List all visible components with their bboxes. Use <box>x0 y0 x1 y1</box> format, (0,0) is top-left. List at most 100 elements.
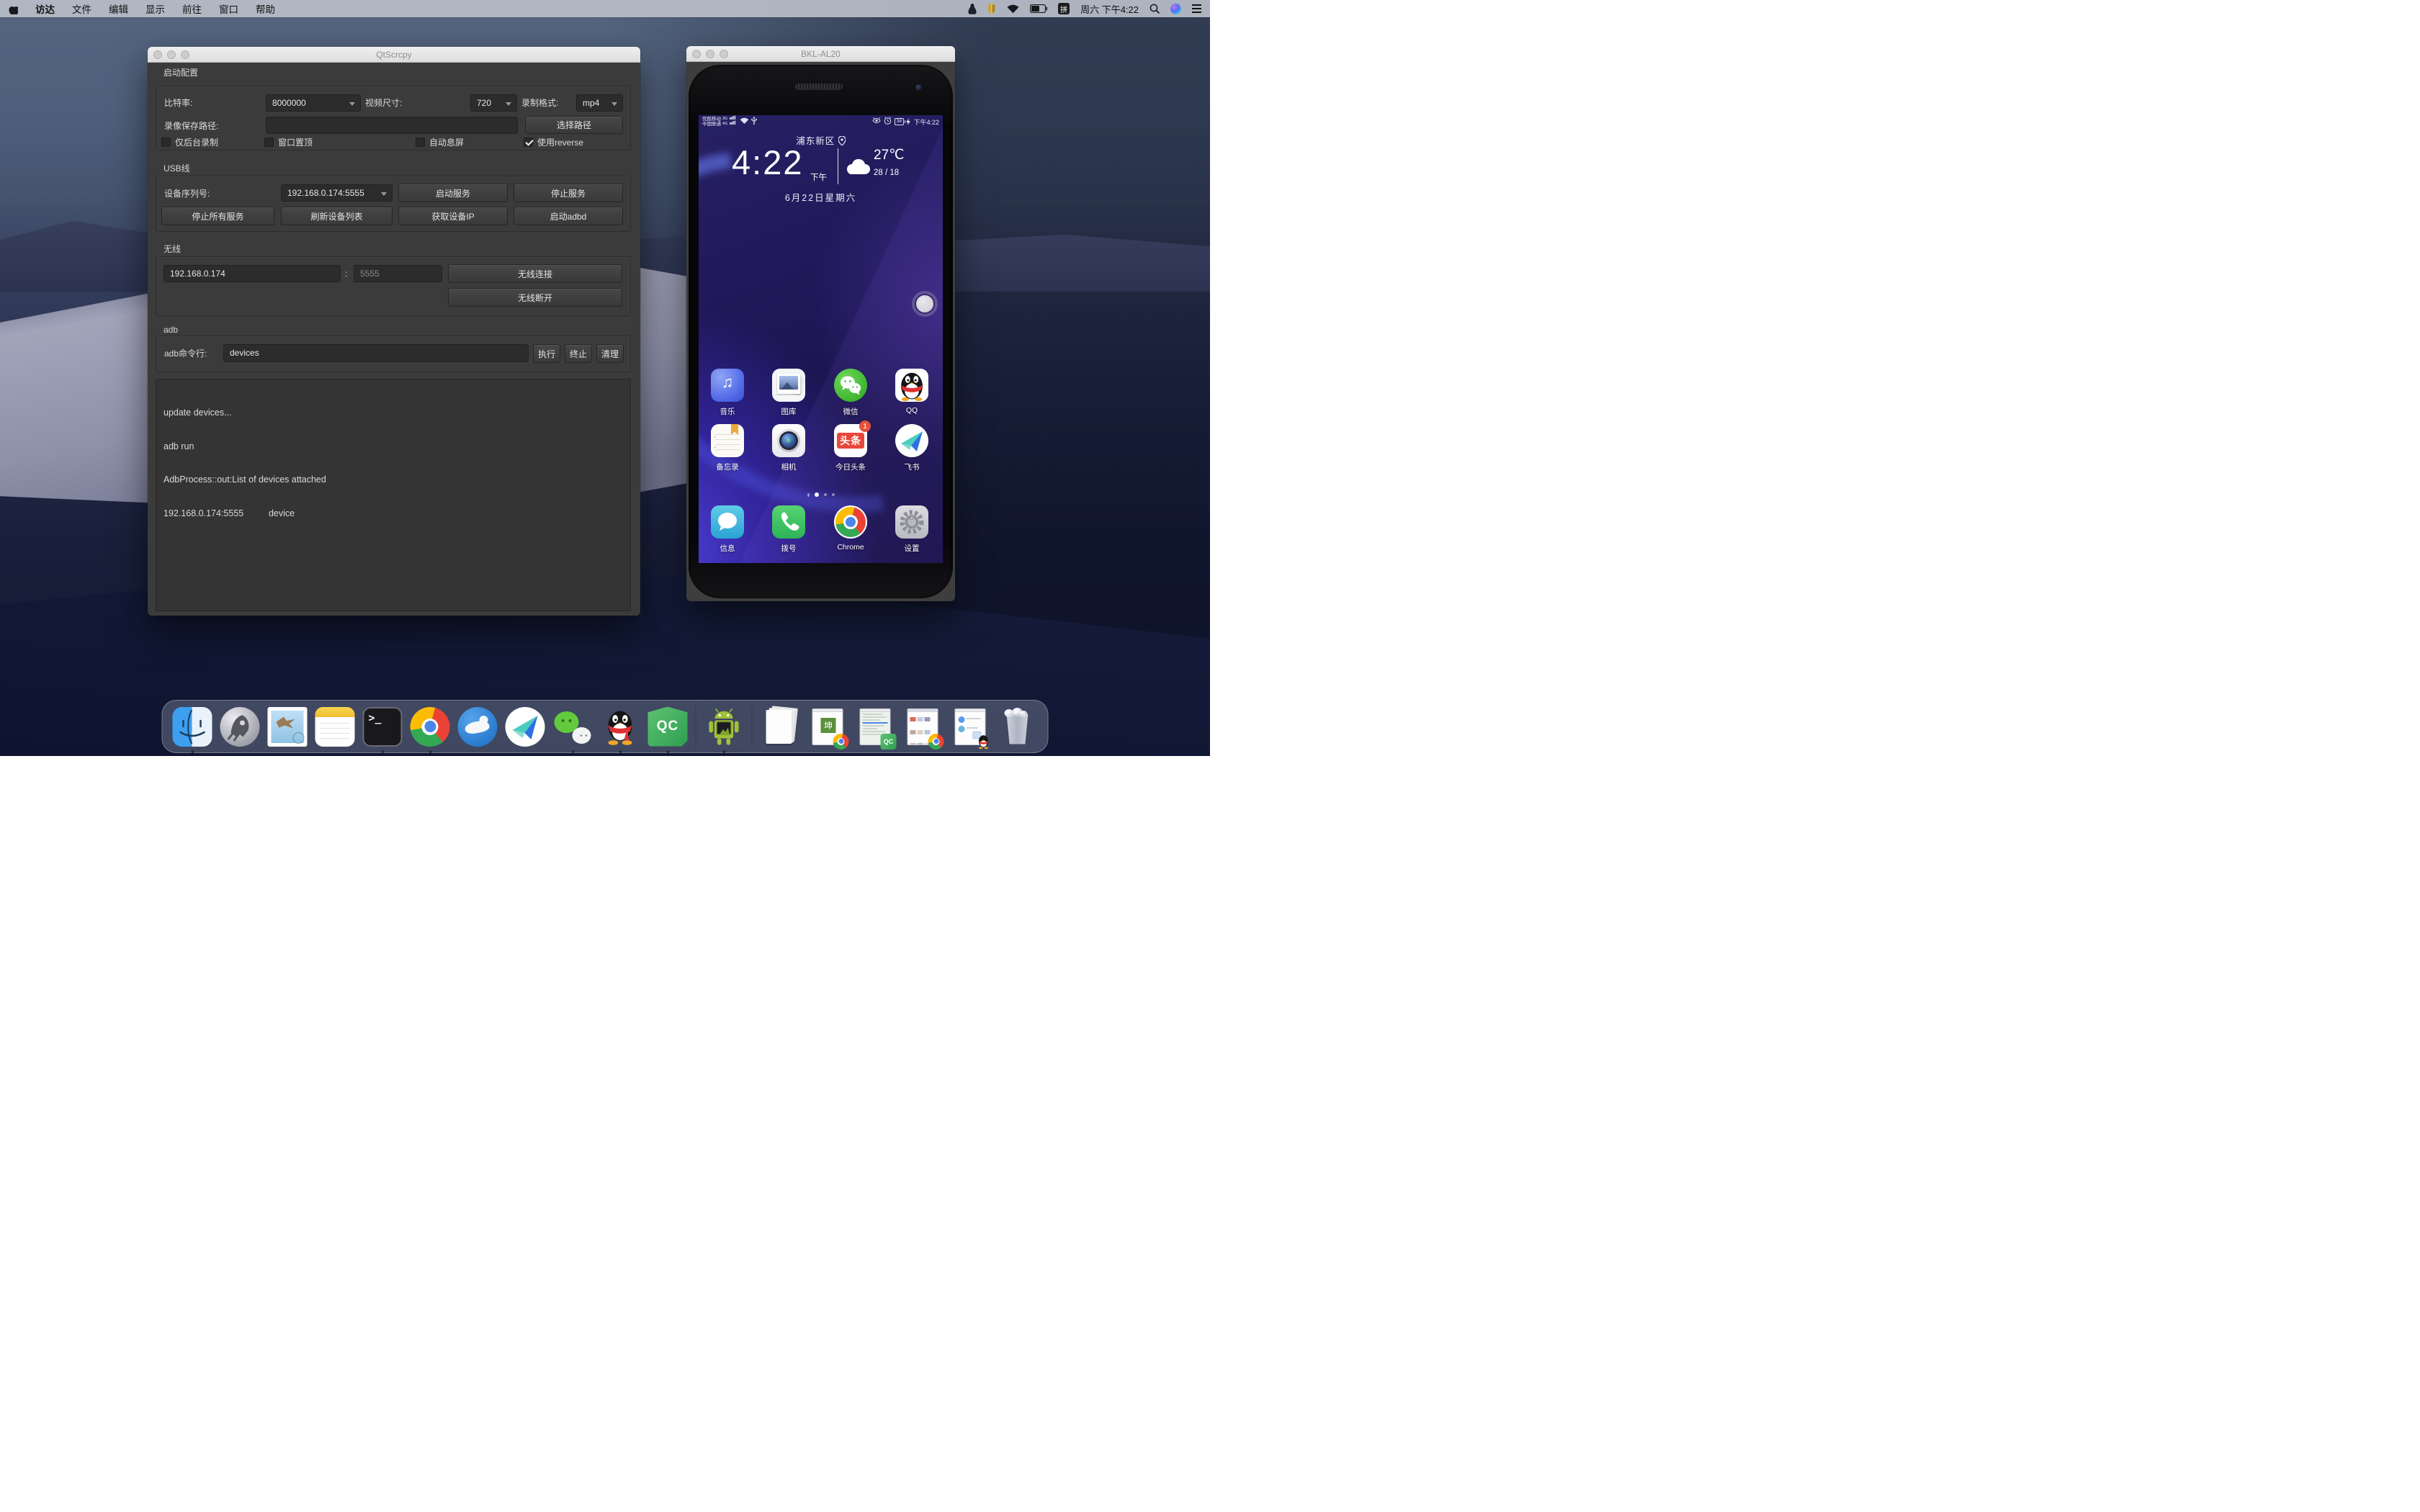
wifi-status-icon[interactable] <box>1007 4 1019 14</box>
video-size-select[interactable]: 720 <box>470 94 517 112</box>
app-settings[interactable] <box>895 505 928 539</box>
app-camera[interactable] <box>772 424 805 457</box>
page-dot[interactable] <box>832 493 835 496</box>
checkbox-box[interactable] <box>264 138 274 147</box>
minimize-button[interactable] <box>706 50 714 58</box>
clock-widget[interactable]: 4:22 下午 27℃ 28 / 18 <box>699 145 943 189</box>
shield-status-icon[interactable] <box>987 4 996 14</box>
app-messages[interactable] <box>711 505 744 539</box>
phone-window-titlebar[interactable]: BKL-AL20 <box>686 46 955 62</box>
assistive-floating-ball[interactable] <box>912 291 938 317</box>
dock-qq-chat-window-thumbnail[interactable] <box>951 707 990 747</box>
dock-finder[interactable] <box>173 707 212 747</box>
zoom-button[interactable] <box>181 50 189 59</box>
apple-menu-icon[interactable] <box>9 4 18 14</box>
dock-qtscrcpy[interactable]: QC <box>648 707 688 747</box>
siri-icon[interactable] <box>1170 4 1181 14</box>
checkbox-box[interactable] <box>416 138 425 147</box>
dock-chrome-window-thumbnail[interactable]: 坤 <box>808 707 848 747</box>
checkbox-box[interactable] <box>161 138 171 147</box>
dock-wechat[interactable] <box>553 707 593 747</box>
stop-service-button[interactable]: 停止服务 <box>514 184 623 202</box>
qq-badge-icon <box>976 734 992 750</box>
menu-item-file[interactable]: 文件 <box>72 1 91 16</box>
wireless-connect-button[interactable]: 无线连接 <box>448 264 622 283</box>
wireless-ip-input[interactable]: 192.168.0.174 <box>163 265 341 282</box>
log-output[interactable]: update devices... adb run AdbProcess::ou… <box>156 379 631 611</box>
refresh-device-list-button[interactable]: 刷新设备列表 <box>281 207 393 225</box>
start-service-button[interactable]: 启动服务 <box>398 184 508 202</box>
section-label-usb: USB线 <box>163 162 190 174</box>
menu-item-window[interactable]: 窗口 <box>219 1 238 16</box>
choose-path-button[interactable]: 选择路径 <box>525 116 623 134</box>
app-label: 信息 <box>699 543 758 554</box>
record-format-label: 录制格式: <box>521 98 558 108</box>
dock-qtscrcpy-code-window-thumbnail[interactable]: QC <box>856 707 895 747</box>
dock-paper-plane-app[interactable] <box>506 707 545 747</box>
dock-qq[interactable] <box>601 707 640 747</box>
start-adbd-button[interactable]: 启动adbd <box>514 207 623 225</box>
dock-seal-app[interactable] <box>458 707 498 747</box>
phone-screen[interactable]: 优酷移动 3G 中国联通 4G <box>699 115 943 563</box>
dock-documents-stack[interactable] <box>761 707 800 747</box>
record-path-input[interactable] <box>266 117 518 134</box>
page-dot-active[interactable] <box>815 492 819 497</box>
adb-run-button[interactable]: 执行 <box>533 344 560 363</box>
adb-command-input[interactable]: devices <box>223 344 529 362</box>
input-method-icon[interactable]: 拼 <box>1058 3 1070 14</box>
zoom-button[interactable] <box>720 50 728 58</box>
checkbox-window-on-top[interactable]: 窗口置顶 <box>264 137 313 148</box>
checkbox-background-record[interactable]: 仅后台录制 <box>161 137 218 148</box>
dock-android-scrcpy[interactable] <box>704 707 744 747</box>
page-dot[interactable] <box>807 493 810 497</box>
qtscrcpy-titlebar[interactable]: QtScrcpy <box>148 47 640 63</box>
menu-bar-clock[interactable]: 周六 下午4:22 <box>1080 2 1139 16</box>
app-qq[interactable] <box>895 369 928 402</box>
wireless-port-input[interactable]: 5555 <box>354 265 442 282</box>
spotlight-search-icon[interactable] <box>1150 4 1160 14</box>
phone-front-camera-icon <box>915 84 923 91</box>
menu-item-finder[interactable]: 访达 <box>35 1 55 16</box>
menu-item-help[interactable]: 帮助 <box>256 1 275 16</box>
notification-center-icon[interactable] <box>1192 2 1201 15</box>
rocket-icon <box>220 707 260 747</box>
adb-stop-button[interactable]: 终止 <box>565 344 592 363</box>
dock-chrome-webpage-thumbnail[interactable] <box>903 707 943 747</box>
checkbox-box-checked[interactable] <box>524 138 533 147</box>
stop-all-services-button[interactable]: 停止所有服务 <box>161 207 274 225</box>
desktop: 访达 文件 编辑 显示 前往 窗口 帮助 拼 周六 下午4:22 <box>0 0 1210 756</box>
app-toutiao[interactable]: 1 头条 <box>834 424 867 457</box>
checkbox-auto-screen-off[interactable]: 自动息屏 <box>416 137 464 148</box>
checkbox-use-reverse[interactable]: 使用reverse <box>524 137 583 148</box>
dock-mail[interactable] <box>268 707 308 747</box>
photo-icon <box>777 374 800 394</box>
dock-chrome[interactable] <box>411 707 450 747</box>
battery-status-icon[interactable] <box>1030 4 1047 13</box>
app-feishu[interactable] <box>895 424 928 457</box>
record-format-select[interactable]: mp4 <box>576 94 623 112</box>
adb-clear-button[interactable]: 清理 <box>596 344 624 363</box>
menu-item-edit[interactable]: 编辑 <box>109 1 128 16</box>
device-serial-select[interactable]: 192.168.0.174:5555 <box>281 184 393 202</box>
dock-terminal[interactable]: >_ <box>363 707 403 747</box>
menu-item-go[interactable]: 前往 <box>182 1 202 16</box>
get-device-ip-button[interactable]: 获取设备IP <box>398 207 508 225</box>
app-music[interactable]: ♫ <box>711 369 744 402</box>
dock-trash[interactable] <box>998 707 1038 747</box>
app-gallery[interactable] <box>772 369 805 402</box>
record-path-label: 录像保存路径: <box>164 121 218 131</box>
app-wechat[interactable] <box>834 369 867 402</box>
penguin-status-icon[interactable] <box>968 4 977 14</box>
menu-item-view[interactable]: 显示 <box>145 1 165 16</box>
app-chrome[interactable] <box>834 505 867 539</box>
wireless-disconnect-button[interactable]: 无线断开 <box>448 288 622 307</box>
minimize-button[interactable] <box>167 50 176 59</box>
app-notes[interactable] <box>711 424 744 457</box>
close-button[interactable] <box>153 50 162 59</box>
bitrate-select[interactable]: 8000000 <box>266 94 361 112</box>
app-dialer[interactable] <box>772 505 805 539</box>
close-button[interactable] <box>692 50 701 58</box>
page-dot[interactable] <box>824 493 827 496</box>
dock-launchpad[interactable] <box>220 707 260 747</box>
dock-notes[interactable] <box>315 707 355 747</box>
